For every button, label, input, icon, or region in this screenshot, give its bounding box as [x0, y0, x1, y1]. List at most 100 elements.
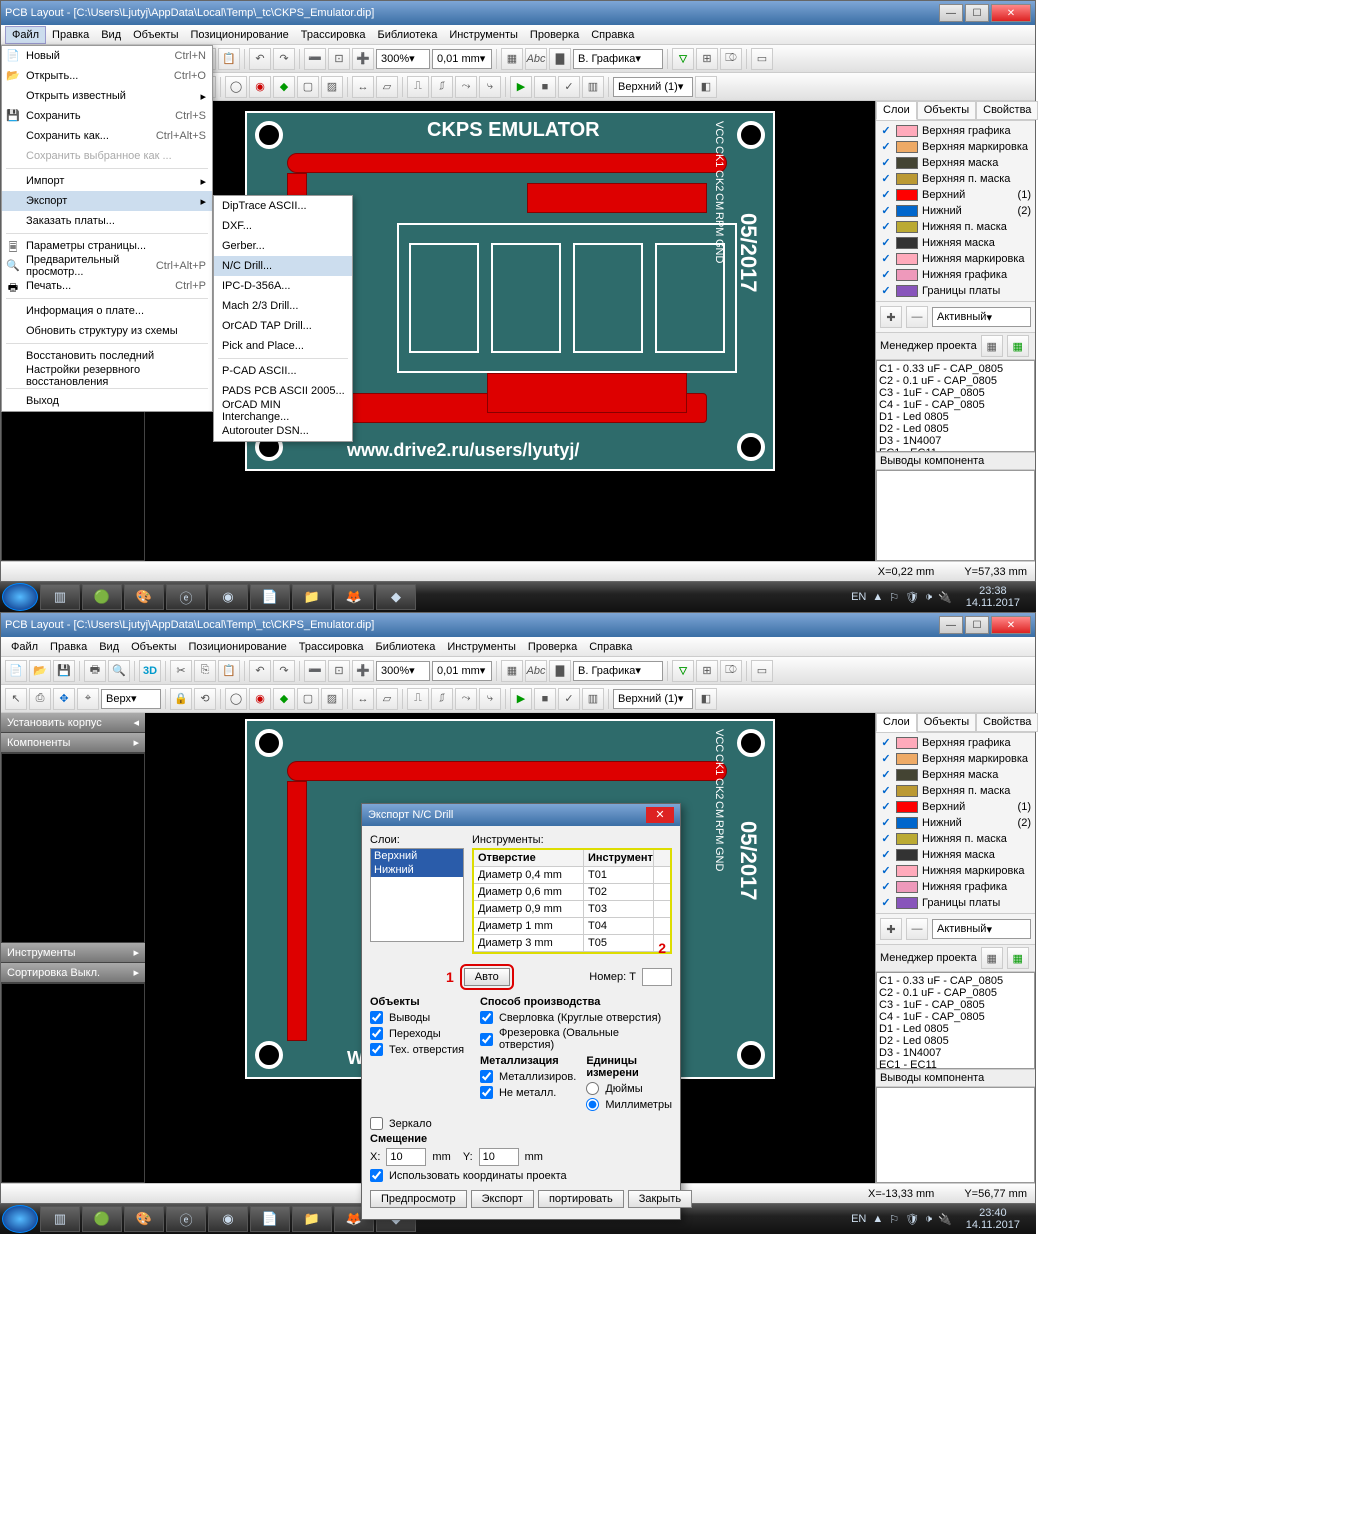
open-icon[interactable]: 📂 — [29, 660, 51, 682]
taskbar-app[interactable]: ▥ — [40, 1206, 80, 1232]
route4-icon[interactable]: ⤷ — [479, 76, 501, 98]
component-list[interactable]: C1 - 0.33 uF - CAP_0805C2 - 0.1 uF - CAP… — [876, 360, 1035, 452]
copy-icon[interactable]: ⎘ — [194, 660, 216, 682]
redo-icon[interactable]: ↷ — [273, 48, 295, 70]
circle-icon[interactable]: ◯ — [225, 688, 247, 710]
taskbsl-app[interactable]: 🎨 — [124, 584, 164, 610]
play-icon[interactable]: ▶ — [510, 688, 532, 710]
clock[interactable]: 23:3814.11.2017 — [958, 585, 1028, 609]
menu-item[interactable]: Заказать платы... — [2, 211, 212, 231]
min-button[interactable]: — — [939, 4, 963, 22]
color-icon[interactable]: ▇ — [549, 48, 571, 70]
close-button[interactable]: ✕ — [991, 616, 1031, 634]
taskbar-app[interactable]: 🟢 — [82, 1206, 122, 1232]
pm-icon2[interactable]: ▦ — [1007, 947, 1029, 969]
layer-row[interactable]: ✓Нижняя графика — [878, 267, 1033, 283]
layer-row[interactable]: ✓Нижняя п. маска — [878, 831, 1033, 847]
menu-item[interactable]: Импорт — [2, 171, 212, 191]
layer-row[interactable]: ✓Верхняя маска — [878, 767, 1033, 783]
tray-icon-3[interactable]: 🛡 — [905, 1213, 919, 1226]
taskbar-ie[interactable]: ⓔ — [166, 584, 206, 610]
square-icon[interactable]: ◆ — [273, 76, 295, 98]
grid-select[interactable]: 0,01 mm ▾ — [432, 49, 492, 69]
taskbar-chrome[interactable]: ◉ — [208, 1206, 248, 1232]
taskbar-ie[interactable]: ⓔ — [166, 1206, 206, 1232]
pins-list[interactable] — [876, 470, 1035, 562]
export-button[interactable]: Экспорт — [471, 1190, 534, 1208]
menu-item[interactable]: 💾СохранитьCtrl+S — [2, 106, 212, 126]
taskbar-explorer[interactable]: 📁 — [292, 1206, 332, 1232]
layer-row[interactable]: ✓Нижний(2) — [878, 203, 1033, 219]
taskbar-notepad[interactable]: 📄 — [250, 1206, 290, 1232]
print-icon[interactable]: 🖶 — [84, 660, 106, 682]
min-button[interactable]: — — [939, 616, 963, 634]
menu-проверка[interactable]: Проверка — [524, 27, 585, 43]
lock-icon[interactable]: 🔒 — [170, 688, 192, 710]
preview-button[interactable]: Предпросмотр — [370, 1190, 467, 1208]
tab-Слои[interactable]: Слои — [876, 101, 917, 120]
layer-row[interactable]: ✓Верхняя п. маска — [878, 171, 1033, 187]
layer-mode-select[interactable]: Активный ▾ — [932, 919, 1031, 939]
zoom-select[interactable]: 300% ▾ — [376, 49, 430, 69]
paste-icon[interactable]: 📋 — [218, 660, 240, 682]
square-icon[interactable]: ◆ — [273, 688, 295, 710]
menu-справка[interactable]: Справка — [585, 27, 640, 43]
submenu-item[interactable]: DXF... — [214, 216, 352, 236]
vias-checkbox[interactable] — [370, 1027, 383, 1040]
tray-icon-3[interactable]: 🛡 — [905, 591, 919, 604]
menu-item[interactable]: 📄НовыйCtrl+N — [2, 46, 212, 66]
taskbar-app[interactable]: ▥ — [40, 584, 80, 610]
tray-icon-4[interactable]: 🕩 — [925, 591, 932, 604]
route-icon[interactable]: ⎍ — [407, 76, 429, 98]
taskbar-app[interactable]: 🟢 — [82, 584, 122, 610]
grid-icon[interactable]: ⊞ — [696, 48, 718, 70]
layer-icon[interactable]: ▦ — [501, 48, 523, 70]
close-button-dlg[interactable]: Закрыть — [628, 1190, 692, 1208]
menu-item[interactable]: 🖶Печать...Ctrl+P — [2, 276, 212, 296]
menu-item[interactable]: Сохранить как...Ctrl+Alt+S — [2, 126, 212, 146]
menu-вид[interactable]: Вид — [93, 639, 125, 655]
file-menu[interactable]: 📄НовыйCtrl+N📂Открыть...Ctrl+OОткрыть изв… — [1, 45, 213, 412]
auto-button[interactable]: Авто — [464, 968, 510, 986]
submenu-item[interactable]: DipTrace ASCII... — [214, 196, 352, 216]
save-icon[interactable]: 💾 — [53, 660, 75, 682]
menu-справка[interactable]: Справка — [583, 639, 638, 655]
tool-icon[interactable]: ▨ — [321, 76, 343, 98]
layer-row[interactable]: ✓Нижняя графика — [878, 879, 1033, 895]
menu-файл[interactable]: Файл — [5, 639, 44, 655]
submenu-item[interactable]: OrCAD TAP Drill... — [214, 316, 352, 336]
anchor-icon[interactable]: ⌖ — [77, 688, 99, 710]
components-toggle[interactable]: Компоненты▸ — [1, 733, 145, 753]
paste-icon[interactable]: 📋 — [218, 48, 240, 70]
add-layer-icon[interactable]: ✚ — [880, 306, 902, 328]
tray-icon-4[interactable]: 🕩 — [925, 1213, 932, 1226]
install-housing[interactable]: Установить корпус◂ — [1, 713, 145, 733]
zoom-select[interactable]: 300% ▾ — [376, 661, 430, 681]
table-row[interactable]: Диаметр 0,4 mmT01 — [474, 867, 670, 884]
submenu-item[interactable]: IPC-D-356A... — [214, 276, 352, 296]
align-icon[interactable]: ⎄ — [720, 660, 742, 682]
preview-icon[interactable]: 🔍 — [108, 660, 130, 682]
submenu-item[interactable]: N/C Drill... — [214, 256, 352, 276]
offset-x-input[interactable] — [386, 1148, 426, 1166]
start-button[interactable] — [2, 583, 38, 611]
play-icon[interactable]: ▶ — [510, 76, 532, 98]
taskbar-chrome[interactable]: ◉ — [208, 584, 248, 610]
circle2-icon[interactable]: ◉ — [249, 76, 271, 98]
stop-icon[interactable]: ■ — [534, 76, 556, 98]
layers-listbox[interactable]: Верхний Нижний — [370, 848, 464, 942]
board-icon[interactable]: ▭ — [751, 660, 773, 682]
plated-checkbox[interactable] — [480, 1070, 493, 1083]
mirror-checkbox[interactable] — [370, 1117, 383, 1130]
taskbar-app[interactable]: ◆ — [376, 584, 416, 610]
clock[interactable]: 23:4014.11.2017 — [958, 1207, 1028, 1231]
shape-icon[interactable]: ▱ — [376, 76, 398, 98]
display-select[interactable]: В. Графика ▾ — [573, 661, 663, 681]
grid-icon[interactable]: ⊞ — [696, 660, 718, 682]
pins-list[interactable] — [876, 1087, 1035, 1184]
redo-icon[interactable]: ↷ — [273, 660, 295, 682]
use-coords-checkbox[interactable] — [370, 1169, 383, 1182]
new-icon[interactable]: 📄 — [5, 660, 27, 682]
check-icon[interactable]: ✓ — [558, 688, 580, 710]
menu-item[interactable]: 🔍Предварительный просмотр...Ctrl+Alt+P — [2, 256, 212, 276]
